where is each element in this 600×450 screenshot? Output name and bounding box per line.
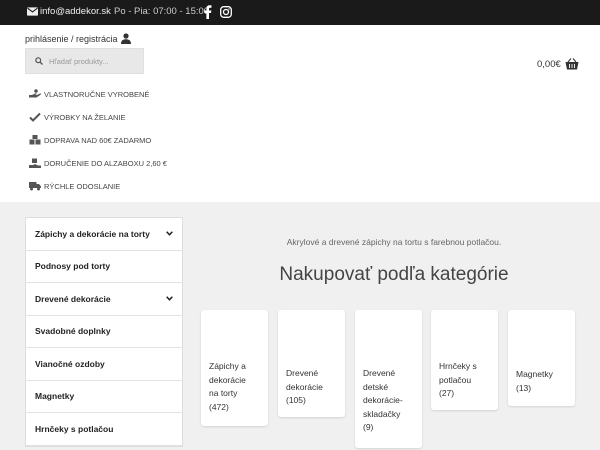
sidebar-item-label: Hrnčeky s potlačou <box>35 423 114 434</box>
category-card[interactable]: Drevené dekorácie (105) <box>278 310 345 417</box>
sidebar-item-label: Drevené dekorácie <box>35 293 111 304</box>
basket-icon <box>565 58 579 70</box>
feature-item: RÝCHLE ODOSLANIE <box>29 181 120 191</box>
category-line: Drevené <box>363 368 396 378</box>
category-line: detské <box>363 381 389 392</box>
category-line: Hrnčeky s <box>439 361 477 371</box>
email-link[interactable]: info@addekor.sk <box>27 6 111 17</box>
feature-label: VÝROBKY NA ŽELANIE <box>44 112 126 122</box>
sidebar-item-drevene[interactable]: Drevené dekorácie <box>26 283 182 316</box>
category-card[interactable]: Magnetky (13) <box>508 310 575 406</box>
user-icon <box>120 33 131 44</box>
top-bar: info@addekor.sk Po - Pia: 07:00 - 15:00 <box>0 0 600 25</box>
sidebar-item-label: Zápichy a dekorácie na torty <box>35 228 150 239</box>
login-label: prihlásenie / registrácia <box>25 33 118 44</box>
category-line: skladačky <box>363 408 401 419</box>
opening-hours: Po - Pia: 07:00 - 15:00 <box>114 6 210 17</box>
sidebar-item-label: Svadobné doplnky <box>35 326 111 337</box>
boxes-icon <box>29 135 41 145</box>
search-box[interactable] <box>25 48 144 74</box>
login-link[interactable]: prihlásenie / registrácia <box>25 33 131 44</box>
search-input[interactable] <box>49 56 139 66</box>
truck-icon <box>29 182 41 191</box>
category-line: na torty <box>209 388 238 398</box>
email-text: info@addekor.sk <box>40 6 111 17</box>
shop-tagline: Akrylové a drevené zápichy na tortu s fa… <box>286 237 502 247</box>
sidebar-item-magnetky[interactable]: Magnetky <box>26 381 182 413</box>
category-card[interactable]: Zápichy a dekorácie na torty (472) <box>201 310 268 426</box>
hand-icon <box>29 89 41 98</box>
feature-item: VÝROBKY NA ŽELANIE <box>29 112 126 122</box>
sidebar-item-svadobne[interactable]: Svadobné doplnky <box>26 316 182 348</box>
category-count: (9) <box>363 422 374 432</box>
feature-label: DORUČENIE DO ALZABOXU 2,60 € <box>44 158 167 168</box>
feature-item: VLASTNORUČNE VYROBENÉ <box>29 89 149 99</box>
category-line: dekorácie- <box>363 395 403 405</box>
sidebar-item-label: Podnosy pod torty <box>35 261 111 272</box>
delivery-icon <box>29 158 41 168</box>
category-count: (27) <box>439 388 455 398</box>
facebook-icon[interactable] <box>203 5 212 19</box>
main-content: Zápichy a dekorácie na torty Podnosy pod… <box>0 202 600 450</box>
feature-label: RÝCHLE ODOSLANIE <box>44 181 121 191</box>
feature-item: DOPRAVA NAD 60€ ZADARMO <box>29 135 151 145</box>
category-card[interactable]: Hrnčeky s potlačou (27) <box>431 310 498 410</box>
category-count: (472) <box>209 401 229 412</box>
category-line: Zápichy a <box>209 361 246 371</box>
feature-label: DOPRAVA NAD 60€ ZADARMO <box>44 135 152 145</box>
feature-item: DORUČENIE DO ALZABOXU 2,60 € <box>29 158 167 168</box>
category-line: dekorácie <box>286 381 323 392</box>
cart-total: 0,00€ <box>537 58 561 70</box>
feature-label: VLASTNORUČNE VYROBENÉ <box>44 89 150 99</box>
sidebar-item-label: Vianočné ozdoby <box>35 358 105 369</box>
sidebar-item-podnosy[interactable]: Podnosy pod torty <box>26 251 182 283</box>
sidebar-item-vianocne[interactable]: Vianočné ozdoby <box>26 348 182 381</box>
category-line: potlačou <box>439 374 472 385</box>
sidebar-item-label: Magnetky <box>35 391 75 402</box>
category-count: (13) <box>516 382 532 393</box>
sidebar-item-zapichy[interactable]: Zápichy a dekorácie na torty <box>26 218 182 251</box>
envelope-icon <box>27 7 38 16</box>
sidebar-item-hrnceky[interactable]: Hrnčeky s potlačou <box>26 413 182 446</box>
category-line: Drevené <box>286 368 319 378</box>
category-line: Magnetky <box>516 369 553 379</box>
category-card[interactable]: Drevené detské dekorácie- skladačky (9) <box>355 310 422 448</box>
check-icon <box>29 112 41 122</box>
instagram-icon[interactable] <box>220 6 232 18</box>
section-title: Nakupovať podľa kategórie <box>279 264 509 285</box>
chevron-down-icon[interactable] <box>166 296 173 302</box>
category-count: (105) <box>286 395 306 405</box>
chevron-down-icon[interactable] <box>166 231 173 237</box>
category-line: dekorácie <box>209 374 246 385</box>
cart-button[interactable]: 0,00€ <box>537 58 579 70</box>
search-icon <box>35 57 43 65</box>
category-sidebar: Zápichy a dekorácie na torty Podnosy pod… <box>25 217 183 447</box>
